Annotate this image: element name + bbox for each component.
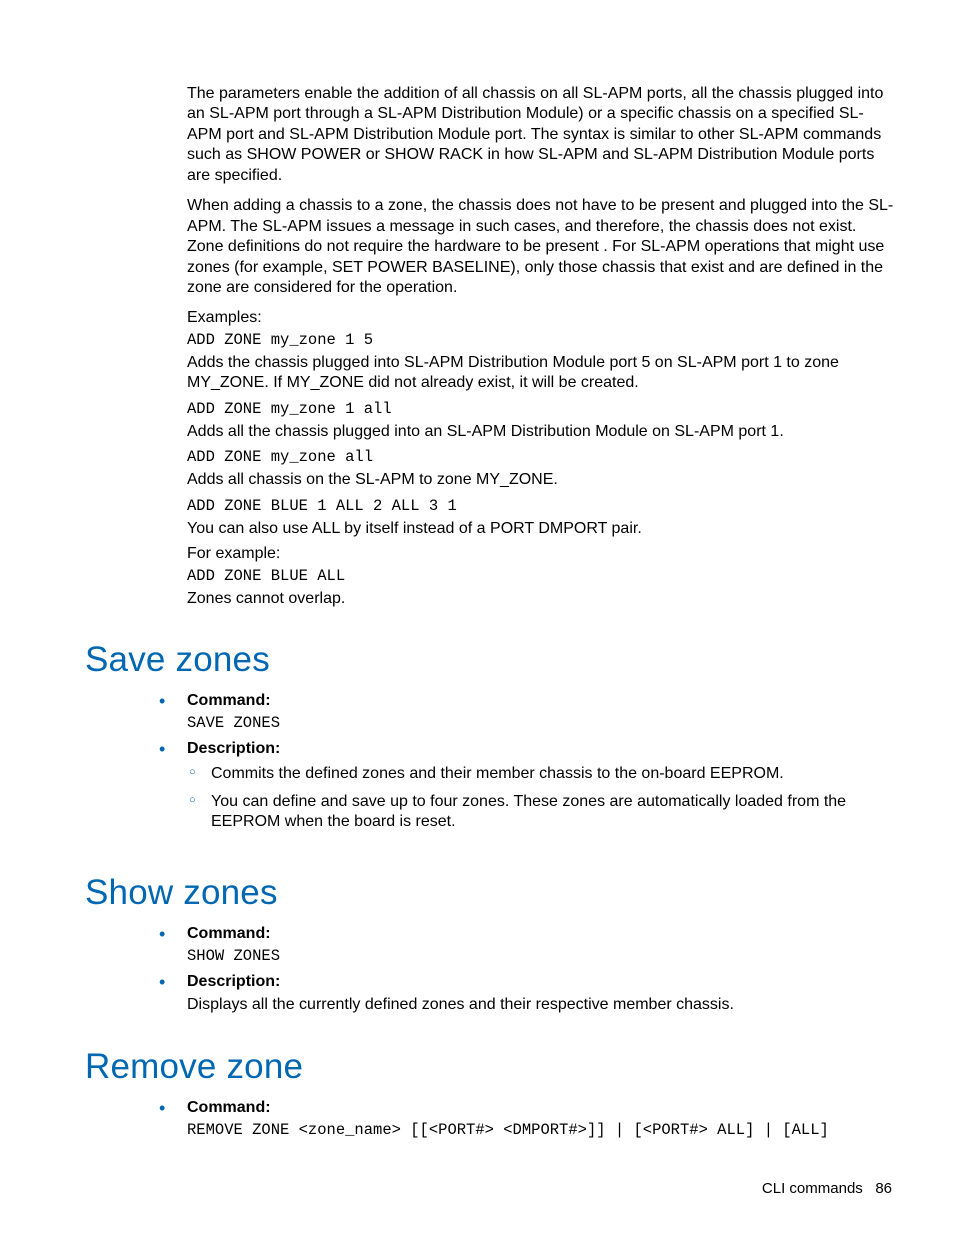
show-zones-description-item: Description: Displays all the currently … bbox=[187, 973, 894, 1023]
example-3-desc: Adds all chassis on the SL-APM to zone M… bbox=[187, 470, 894, 490]
example-1-code: ADD ZONE my_zone 1 5 bbox=[187, 331, 894, 349]
save-zones-command-item: Command: SAVE ZONES bbox=[187, 692, 894, 740]
example-2-desc: Adds all the chassis plugged into an SL-… bbox=[187, 422, 894, 442]
page-footer: CLI commands 86 bbox=[762, 1180, 892, 1197]
description-label: Description: bbox=[187, 973, 280, 990]
save-zones-list: Command: SAVE ZONES Description: Commits… bbox=[187, 692, 894, 849]
example-2-code: ADD ZONE my_zone 1 all bbox=[187, 400, 894, 418]
heading-remove-zone: Remove zone bbox=[85, 1047, 894, 1087]
heading-save-zones: Save zones bbox=[85, 640, 894, 680]
save-zones-desc-1: Commits the defined zones and their memb… bbox=[211, 764, 894, 792]
command-label: Command: bbox=[187, 925, 271, 942]
show-zones-list: Command: SHOW ZONES Description: Display… bbox=[187, 925, 894, 1023]
command-label: Command: bbox=[187, 1099, 271, 1116]
show-zones-command-item: Command: SHOW ZONES bbox=[187, 925, 894, 973]
heading-show-zones: Show zones bbox=[85, 873, 894, 913]
footer-section: CLI commands bbox=[762, 1180, 863, 1197]
examples-label: Examples: bbox=[187, 309, 894, 327]
footer-page-number: 86 bbox=[875, 1180, 892, 1197]
example-1-desc: Adds the chassis plugged into SL-APM Dis… bbox=[187, 353, 894, 394]
intro-para-2: When adding a chassis to a zone, the cha… bbox=[187, 196, 894, 298]
for-example-label: For example: bbox=[187, 545, 894, 563]
remove-zone-list: Command: REMOVE ZONE <zone_name> [[<PORT… bbox=[187, 1099, 894, 1147]
example-3-code: ADD ZONE my_zone all bbox=[187, 448, 894, 466]
description-label: Description: bbox=[187, 740, 280, 757]
save-zones-command-code: SAVE ZONES bbox=[187, 714, 894, 732]
intro-para-1: The parameters enable the addition of al… bbox=[187, 84, 894, 186]
example-4-code: ADD ZONE BLUE 1 ALL 2 ALL 3 1 bbox=[187, 497, 894, 515]
save-zones-description-sublist: Commits the defined zones and their memb… bbox=[211, 764, 894, 841]
command-label: Command: bbox=[187, 692, 271, 709]
remove-zone-command-code: REMOVE ZONE <zone_name> [[<PORT#> <DMPOR… bbox=[187, 1121, 894, 1139]
example-5-desc: Zones cannot overlap. bbox=[187, 589, 894, 609]
document-page: The parameters enable the addition of al… bbox=[0, 0, 954, 1235]
save-zones-description-item: Description: Commits the defined zones a… bbox=[187, 740, 894, 849]
example-5-code: ADD ZONE BLUE ALL bbox=[187, 567, 894, 585]
save-zones-desc-2: You can define and save up to four zones… bbox=[211, 792, 894, 841]
remove-zone-command-item: Command: REMOVE ZONE <zone_name> [[<PORT… bbox=[187, 1099, 894, 1147]
example-4-desc: You can also use ALL by itself instead o… bbox=[187, 519, 894, 539]
show-zones-command-code: SHOW ZONES bbox=[187, 947, 894, 965]
show-zones-description-body: Displays all the currently defined zones… bbox=[187, 995, 894, 1015]
